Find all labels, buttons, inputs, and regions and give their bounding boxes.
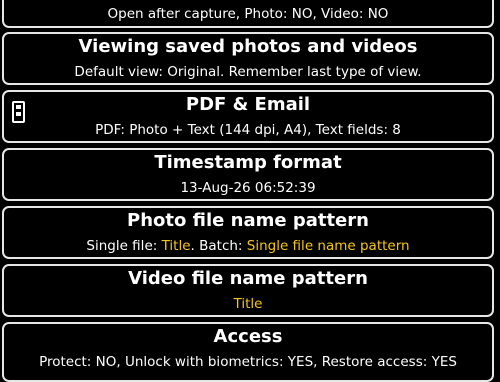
video-name-title: Video file name pattern xyxy=(128,268,368,289)
viewing-subtitle: Default view: Original. Remember last ty… xyxy=(74,64,422,80)
pdf-title: PDF & Email xyxy=(185,94,311,115)
timestamp-format-card[interactable]: Timestamp format 13-Aug-26 06:52:39 xyxy=(2,148,494,201)
photo-name-title: Photo file name pattern xyxy=(127,210,369,231)
pdf-email-settings-card[interactable]: PDF & Email PDF: Photo + Text (144 dpi, … xyxy=(2,90,494,143)
single-file-label: Single file: xyxy=(86,238,162,254)
viewing-settings-card[interactable]: Viewing saved photos and videos Default … xyxy=(2,32,494,85)
timestamp-title: Timestamp format xyxy=(154,152,342,173)
pdf-subtitle: PDF: Photo + Text (144 dpi, A4), Text fi… xyxy=(95,122,401,138)
access-title: Access xyxy=(213,326,283,347)
access-subtitle: Protect: NO, Unlock with biometrics: YES… xyxy=(39,354,457,370)
photo-name-subtitle: Single file: Title. Batch: Single file n… xyxy=(4,237,492,255)
capture-settings-card[interactable]: Open after capture, Photo: NO, Video: NO xyxy=(2,0,494,28)
viewing-title: Viewing saved photos and videos xyxy=(78,36,418,57)
video-name-value: Title xyxy=(233,296,263,312)
access-settings-card[interactable]: Access Protect: NO, Unlock with biometri… xyxy=(2,322,494,382)
video-file-name-card[interactable]: Video file name pattern Title xyxy=(2,264,494,317)
timestamp-value: 13-Aug-26 06:52:39 xyxy=(180,180,316,196)
single-file-value: Title xyxy=(161,238,191,254)
capture-subtitle: Open after capture, Photo: NO, Video: NO xyxy=(107,6,389,22)
batch-label: . Batch: xyxy=(190,238,247,254)
photo-file-name-card[interactable]: Photo file name pattern Single file: Tit… xyxy=(2,206,494,259)
batch-value: Single file name pattern xyxy=(246,238,410,254)
